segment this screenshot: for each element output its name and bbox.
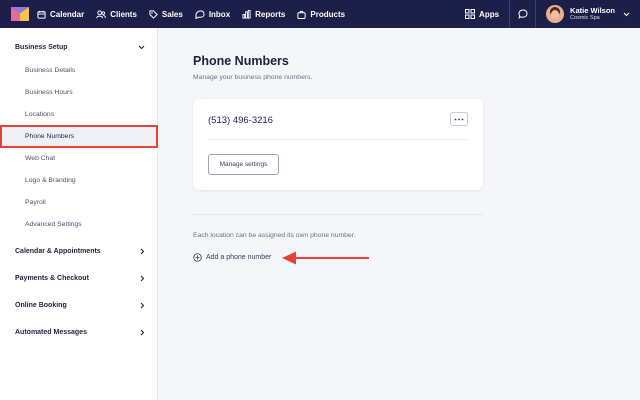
manage-settings-button[interactable]: Manage settings bbox=[208, 154, 279, 175]
page-subtitle: Manage your business phone numbers. bbox=[193, 74, 313, 81]
nav-sales-label: Sales bbox=[161, 9, 183, 19]
sidebar-section-label: Automated Messages bbox=[15, 329, 87, 336]
sidebar-item-payroll[interactable]: Payroll bbox=[25, 199, 46, 206]
settings-sidebar: Business Setup Business Details Business… bbox=[0, 28, 158, 400]
sidebar-section-business-setup[interactable]: Business Setup bbox=[15, 44, 145, 51]
chat-bubble-icon bbox=[517, 9, 528, 19]
inbox-icon bbox=[195, 9, 205, 19]
nav-reports[interactable]: Reports bbox=[242, 0, 285, 28]
user-menu[interactable]: Katie Wilson Cosmic Spa bbox=[536, 0, 640, 28]
phone-number: (513) 496-3216 bbox=[208, 115, 273, 126]
tag-icon bbox=[149, 9, 158, 19]
nav-products[interactable]: Products bbox=[297, 0, 345, 28]
logo-icon[interactable] bbox=[11, 7, 29, 21]
apps-label: Apps bbox=[479, 9, 500, 19]
add-phone-number-label: Add a phone number bbox=[206, 254, 272, 261]
sidebar-section-label: Business Setup bbox=[15, 44, 68, 51]
sidebar-item-business-hours[interactable]: Business Hours bbox=[25, 89, 73, 96]
nav-right: Apps Katie Wilson Cosmic Spa bbox=[465, 0, 640, 28]
plus-circle-icon bbox=[193, 253, 202, 262]
sidebar-item-locations[interactable]: Locations bbox=[25, 111, 54, 118]
chat-button[interactable] bbox=[510, 0, 537, 28]
nav-clients[interactable]: Clients bbox=[96, 0, 137, 28]
user-info: Katie Wilson Cosmic Spa bbox=[570, 5, 615, 22]
page-title: Phone Numbers bbox=[193, 54, 289, 68]
sidebar-section-automated-messages[interactable]: Automated Messages bbox=[15, 329, 145, 336]
sidebar-section-payments-checkout[interactable]: Payments & Checkout bbox=[15, 275, 145, 282]
annotation-arrow-icon bbox=[282, 251, 369, 265]
chevron-right-icon bbox=[140, 275, 145, 282]
sidebar-section-calendar-appointments[interactable]: Calendar & Appointments bbox=[15, 248, 145, 255]
sidebar-section-online-booking[interactable]: Online Booking bbox=[15, 302, 145, 309]
bar-chart-icon bbox=[242, 9, 251, 19]
sidebar-section-label: Calendar & Appointments bbox=[15, 248, 101, 255]
chevron-down-icon bbox=[138, 45, 145, 50]
nav-inbox[interactable]: Inbox bbox=[195, 0, 230, 28]
sidebar-section-label: Payments & Checkout bbox=[15, 275, 89, 282]
chevron-down-icon bbox=[623, 12, 630, 16]
nav-clients-label: Clients bbox=[110, 9, 137, 19]
grid-icon bbox=[465, 9, 476, 19]
sidebar-item-web-chat[interactable]: Web Chat bbox=[25, 155, 55, 162]
chevron-right-icon bbox=[140, 248, 145, 255]
apps-button[interactable]: Apps bbox=[465, 0, 511, 28]
sidebar-item-business-details[interactable]: Business Details bbox=[25, 67, 75, 74]
sidebar-item-advanced-settings[interactable]: Advanced Settings bbox=[25, 221, 82, 228]
nav-products-label: Products bbox=[310, 9, 346, 19]
avatar bbox=[546, 5, 565, 23]
sidebar-item-logo-branding[interactable]: Logo & Branding bbox=[25, 177, 76, 184]
sidebar-section-label: Online Booking bbox=[15, 302, 67, 309]
nav-reports-label: Reports bbox=[255, 9, 286, 19]
card-divider bbox=[208, 139, 468, 140]
calendar-icon bbox=[37, 10, 46, 19]
nav-inbox-label: Inbox bbox=[208, 9, 231, 19]
clients-icon bbox=[96, 9, 107, 18]
bag-icon bbox=[297, 10, 306, 19]
phone-number-card: (513) 496-3216 Manage settings bbox=[193, 99, 483, 190]
chevron-right-icon bbox=[140, 329, 145, 336]
section-divider bbox=[193, 214, 483, 215]
location-note: Each location can be assigned its own ph… bbox=[193, 232, 356, 239]
sidebar-item-phone-numbers[interactable]: Phone Numbers bbox=[0, 125, 158, 148]
chevron-right-icon bbox=[140, 302, 145, 309]
user-org: Cosmic Spa bbox=[570, 15, 600, 21]
nav-sales[interactable]: Sales bbox=[149, 0, 183, 28]
add-phone-number-link[interactable]: Add a phone number bbox=[193, 253, 271, 262]
more-options-button[interactable] bbox=[450, 112, 468, 126]
nav-calendar[interactable]: Calendar bbox=[37, 0, 84, 28]
user-name: Katie Wilson bbox=[570, 5, 615, 15]
top-nav: Calendar Clients Sales Inbox Reports Pro… bbox=[0, 0, 640, 28]
sidebar-item-label: Phone Numbers bbox=[25, 133, 75, 140]
nav-calendar-label: Calendar bbox=[50, 9, 85, 19]
ellipsis-icon bbox=[454, 118, 464, 120]
